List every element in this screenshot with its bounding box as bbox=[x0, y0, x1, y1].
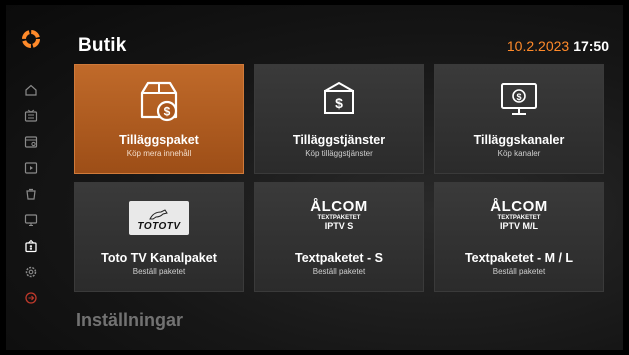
tv-guide-icon[interactable] bbox=[24, 109, 38, 123]
alcom-iptv: IPTV S bbox=[324, 221, 354, 231]
svg-text:$: $ bbox=[516, 92, 521, 102]
power-icon[interactable] bbox=[24, 291, 38, 305]
shop-icon[interactable] bbox=[24, 239, 38, 253]
tile-tillaggstjanster[interactable]: $ Tilläggstjänster Köp tilläggstjänster bbox=[254, 64, 424, 174]
clock: 10.2.2023 17:50 bbox=[507, 38, 609, 54]
time-label: 17:50 bbox=[573, 38, 609, 54]
box-dollar-icon: $ bbox=[317, 79, 361, 124]
alcom-logo: ÅLCOM TEXTPAKETET IPTV M/L bbox=[490, 199, 548, 231]
package-dollar-icon: $ bbox=[134, 79, 184, 128]
tile-textpaketet-m-l[interactable]: ÅLCOM TEXTPAKETET IPTV M/L Textpaketet -… bbox=[434, 182, 604, 292]
tile-sublabel: Beställ paketet bbox=[492, 267, 546, 276]
tile-label: Textpaketet - M / L bbox=[464, 251, 574, 265]
tile-tillaggskanaler[interactable]: $ Tilläggskanaler Köp kanaler bbox=[434, 64, 604, 174]
tile-label: Tilläggstjänster bbox=[292, 133, 386, 147]
tile-label: Tilläggspaket bbox=[119, 133, 199, 147]
alcom-brand: ÅLCOM bbox=[310, 198, 368, 215]
recordings-icon[interactable] bbox=[24, 135, 38, 149]
tile-sublabel: Köp mera innehåll bbox=[126, 149, 192, 158]
trash-icon[interactable] bbox=[24, 187, 38, 201]
tile-label: Toto TV Kanalpaket bbox=[101, 251, 217, 265]
toto-logo-text: TOTOTV bbox=[137, 221, 181, 232]
date-label: 10.2.2023 bbox=[506, 38, 570, 54]
tile-sublabel: Köp tilläggstjänster bbox=[305, 149, 373, 158]
page-title: Butik bbox=[78, 35, 127, 56]
tile-label: Tilläggskanaler bbox=[473, 133, 565, 147]
alcom-logo: ÅLCOM TEXTPAKETET IPTV S bbox=[310, 199, 368, 231]
section-title-settings[interactable]: Inställningar bbox=[76, 310, 183, 331]
tile-sublabel: Köp kanaler bbox=[497, 149, 541, 158]
settings-icon[interactable] bbox=[24, 265, 38, 279]
alcom-iptv: IPTV M/L bbox=[500, 221, 538, 231]
tile-toto-tv-kanalpaket[interactable]: TOTOTV Toto TV Kanalpaket Beställ pakete… bbox=[74, 182, 244, 292]
svg-text:$: $ bbox=[335, 95, 343, 111]
sidebar bbox=[6, 5, 60, 350]
tile-sublabel: Beställ paketet bbox=[132, 267, 186, 276]
tv-dollar-icon: $ bbox=[497, 79, 541, 124]
svg-text:$: $ bbox=[164, 105, 171, 119]
tile-sublabel: Beställ paketet bbox=[312, 267, 366, 276]
tile-tillaggspaket[interactable]: $ Tilläggspaket Köp mera innehåll bbox=[74, 64, 244, 174]
toto-tv-logo: TOTOTV bbox=[129, 201, 189, 235]
alcom-brand: ÅLCOM bbox=[490, 198, 548, 215]
vod-icon[interactable] bbox=[24, 161, 38, 175]
home-icon[interactable] bbox=[24, 83, 38, 97]
tile-label: Textpaketet - S bbox=[295, 251, 383, 265]
horse-icon bbox=[149, 209, 168, 220]
tile-textpaketet-s[interactable]: ÅLCOM TEXTPAKETET IPTV S Textpaketet - S… bbox=[254, 182, 424, 292]
app-logo-icon bbox=[21, 29, 41, 49]
monitor-icon[interactable] bbox=[24, 213, 38, 227]
shop-screen: Butik 10.2.2023 17:50 $ Tilläggspaket Köp… bbox=[6, 5, 623, 350]
